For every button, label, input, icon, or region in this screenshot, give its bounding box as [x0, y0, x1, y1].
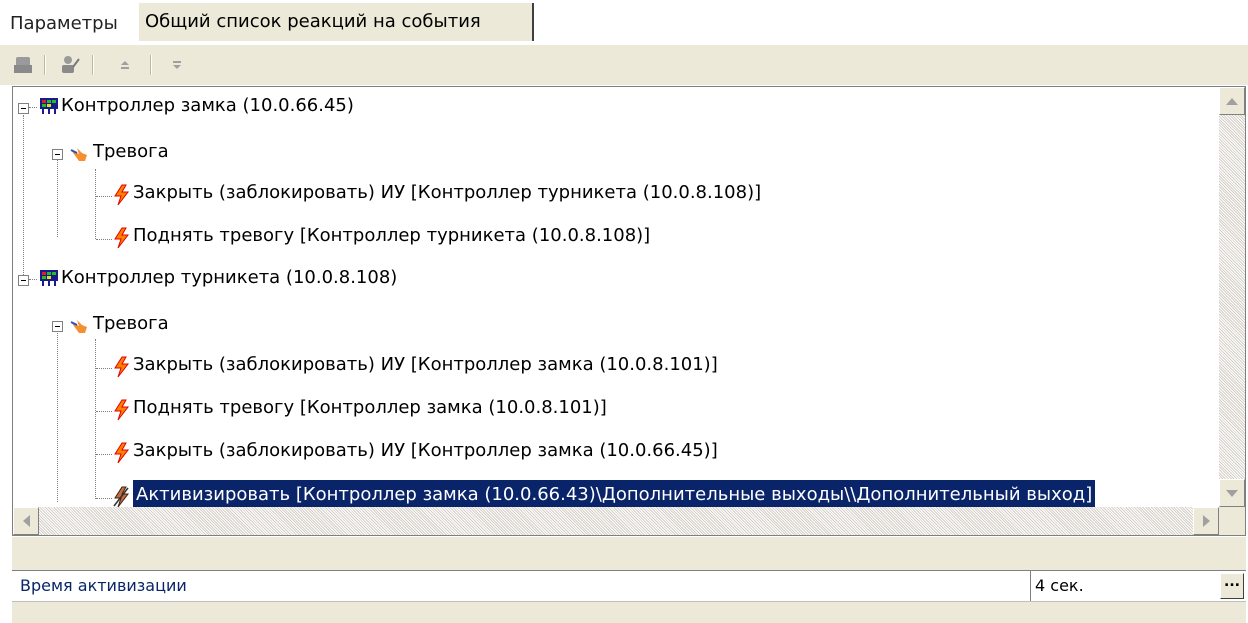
property-row[interactable]: Время активизации 4 сек. ...: [12, 570, 1246, 602]
lightning-icon: [114, 356, 130, 378]
reaction-tree[interactable]: Контроллер замка (10.0.66.45) Тревога За…: [13, 87, 1219, 507]
arrow-up-icon: [1226, 97, 1238, 105]
tree-node-controller-turnstile[interactable]: Контроллер турникета (10.0.8.108): [13, 263, 613, 293]
arrow-down-icon: [1226, 489, 1238, 497]
tree-node-reaction[interactable]: Закрыть (заблокировать) ИУ [Контроллер з…: [13, 436, 913, 466]
tree-node-label: Контроллер турникета (10.0.8.108): [61, 267, 398, 288]
vertical-scrollbar[interactable]: [1219, 87, 1245, 507]
tree-node-reaction[interactable]: Поднять тревогу [Контроллер турникета (1…: [13, 221, 913, 251]
edit-user-button[interactable]: [56, 53, 82, 77]
horizontal-scrollbar[interactable]: [13, 507, 1219, 535]
scroll-right-button[interactable]: [1193, 507, 1219, 535]
toolbar-separator: [150, 55, 152, 75]
ellipsis-button[interactable]: ...: [1220, 573, 1244, 599]
tree-node-label: Тревога: [93, 141, 169, 162]
tree-node-reaction[interactable]: Закрыть (заблокировать) ИУ [Контроллер т…: [13, 178, 913, 208]
property-value-field[interactable]: 4 сек.: [1030, 571, 1215, 601]
tree-line: [96, 368, 112, 370]
tab-strip: Параметры Общий список реакций на событи…: [0, 0, 1248, 45]
tree-node-label: Закрыть (заблокировать) ИУ [Контроллер з…: [133, 354, 718, 375]
collapse-toggle[interactable]: [18, 275, 29, 286]
tree-node-reaction-selected[interactable]: Активизировать [Контроллер замка (10.0.6…: [13, 480, 1219, 507]
property-panel: Время активизации 4 сек. ...: [12, 537, 1246, 623]
arrow-left-icon: [22, 515, 30, 527]
tree-node-label: Поднять тревогу [Контроллер замка (10.0.…: [133, 397, 607, 418]
tree-node-label: Контроллер замка (10.0.66.45): [61, 95, 354, 116]
lightning-icon: [113, 486, 130, 507]
toolbar-separator: [92, 55, 94, 75]
tree-line: [96, 411, 112, 413]
tree-node-label: Тревога: [93, 313, 169, 334]
tree-node-reaction[interactable]: Закрыть (заблокировать) ИУ [Контроллер з…: [13, 350, 913, 380]
add-device-icon: [14, 57, 32, 73]
tab-event-reactions[interactable]: Общий список реакций на события: [139, 3, 534, 41]
tree-node-alarm-event[interactable]: Тревога: [13, 137, 313, 167]
scroll-down-button[interactable]: [1219, 479, 1245, 507]
move-down-button[interactable]: [164, 53, 190, 77]
tree-node-label: Поднять тревогу [Контроллер турникета (1…: [133, 225, 651, 246]
property-name: Время активизации: [20, 576, 187, 595]
tree-line: [29, 107, 37, 109]
lightning-icon: [114, 399, 130, 421]
alarm-hand-icon: [70, 148, 87, 161]
scroll-up-button[interactable]: [1219, 87, 1245, 115]
collapse-toggle[interactable]: [18, 103, 29, 114]
tree-node-reaction[interactable]: Поднять тревогу [Контроллер замка (10.0.…: [13, 393, 913, 423]
add-device-button[interactable]: [10, 53, 36, 77]
tree-node-alarm-event[interactable]: Тревога: [13, 309, 313, 339]
lightning-icon: [114, 227, 130, 249]
collapse-toggle[interactable]: [52, 149, 63, 160]
collapse-toggle[interactable]: [52, 321, 63, 332]
tab-parameters[interactable]: Параметры: [10, 8, 118, 40]
move-up-button[interactable]: [112, 53, 138, 77]
controller-icon: [40, 270, 58, 286]
tree-node-label: Активизировать [Контроллер замка (10.0.6…: [133, 480, 1096, 507]
toolbar: [0, 45, 1248, 85]
edit-user-icon: [62, 56, 80, 73]
lightning-icon: [114, 184, 130, 206]
tree-node-label: Закрыть (заблокировать) ИУ [Контроллер т…: [133, 182, 762, 203]
tree-line: [29, 279, 37, 281]
tree-line: [96, 239, 112, 241]
tree-node-controller-lock[interactable]: Контроллер замка (10.0.66.45): [13, 91, 613, 121]
alarm-hand-icon: [70, 320, 87, 333]
move-up-icon: [121, 61, 129, 69]
controller-icon: [40, 98, 58, 114]
tree-node-label: Закрыть (заблокировать) ИУ [Контроллер з…: [133, 440, 718, 461]
move-down-icon: [173, 61, 181, 69]
scrollbar-corner: [1219, 507, 1245, 535]
arrow-right-icon: [1202, 515, 1210, 527]
tree-line: [96, 454, 112, 456]
toolbar-separator: [44, 55, 46, 75]
reaction-list-window: Параметры Общий список реакций на событи…: [0, 0, 1248, 623]
lightning-icon: [114, 442, 130, 464]
reaction-tree-panel: Контроллер замка (10.0.66.45) Тревога За…: [12, 86, 1246, 536]
scroll-left-button[interactable]: [13, 507, 39, 535]
tree-line: [96, 498, 112, 500]
tree-line: [96, 196, 112, 198]
